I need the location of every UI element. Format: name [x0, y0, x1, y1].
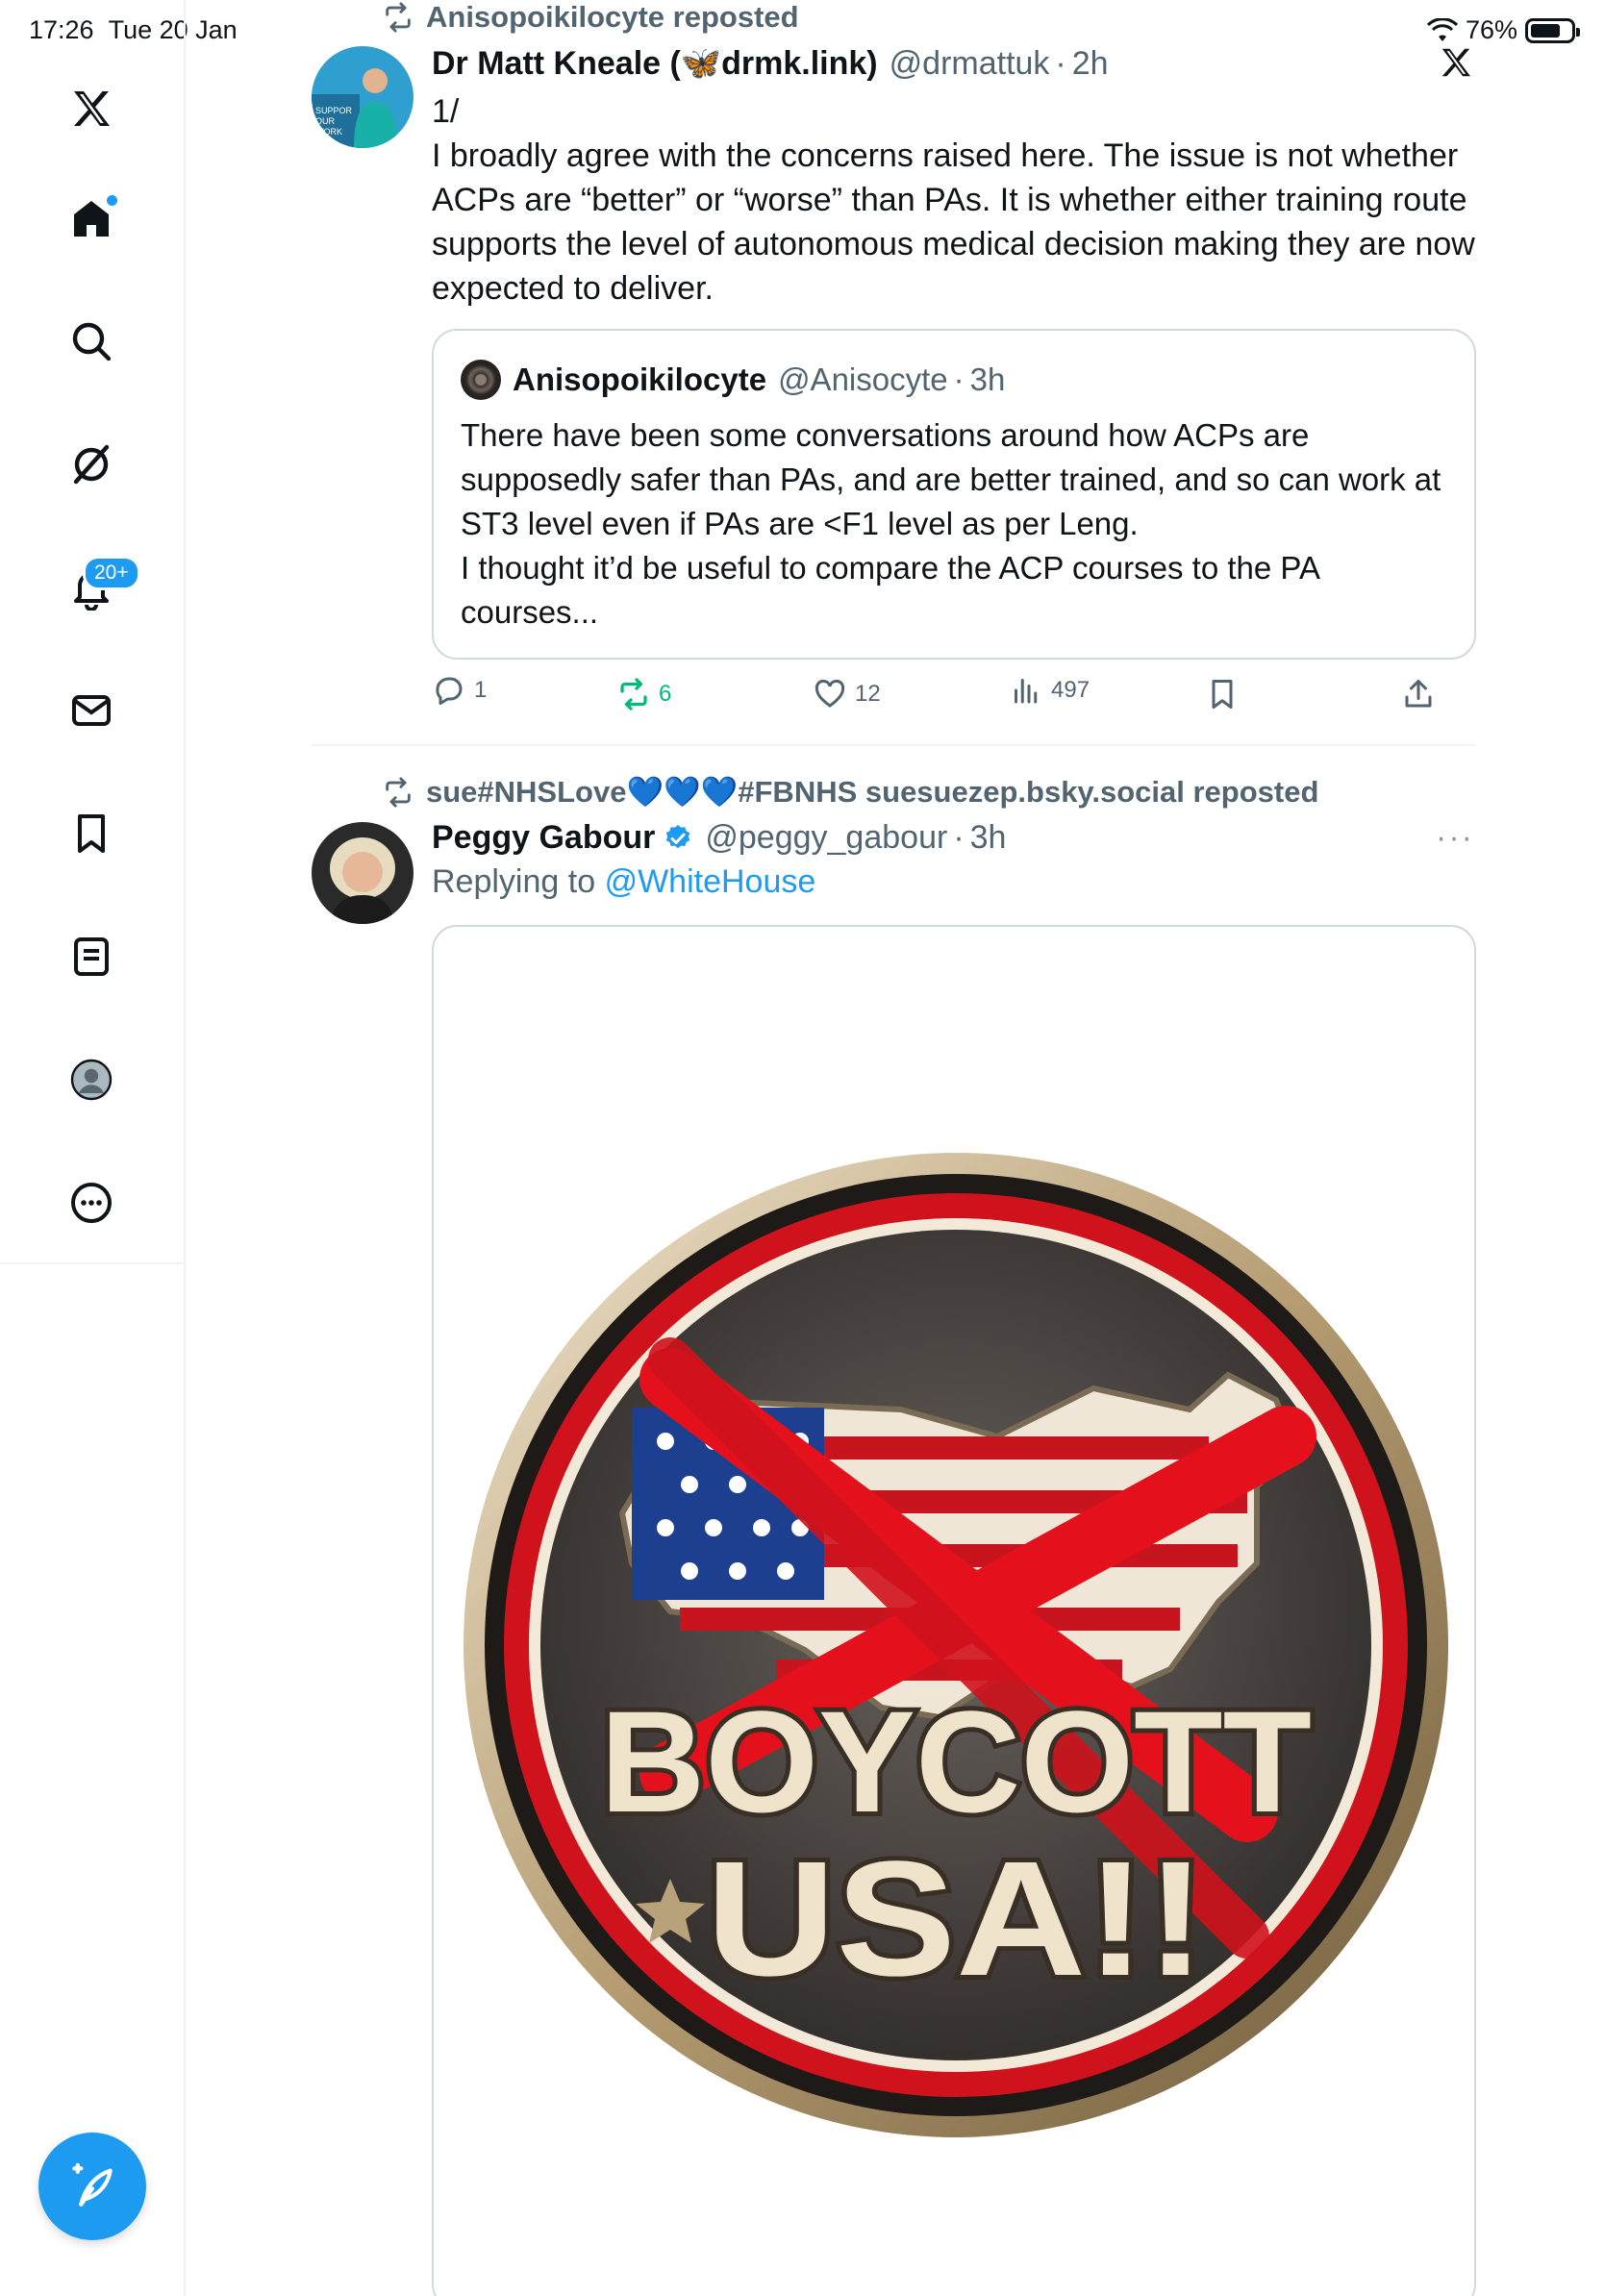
notifications-badge: 20+ [83, 556, 140, 590]
repost-indicator: sue#NHSLove💙💙💙#FBNHS suesuezep.bsky.soci… [382, 774, 1318, 810]
bookmarks-icon[interactable] [63, 806, 119, 861]
reply-count: 1 [474, 677, 488, 703]
svg-text:OUR: OUR [315, 116, 336, 126]
dot-separator: · [953, 819, 965, 856]
compose-feather-icon [72, 2162, 113, 2207]
repost-indicator: Anisopoikilocyte reposted [382, 0, 799, 35]
like-button[interactable]: 12 [813, 677, 881, 711]
sidebar-divider [0, 1262, 186, 1264]
display-name[interactable]: Peggy Gabour [432, 819, 655, 857]
post-header: Dr Matt Kneale (🦋drmk.link) @drmattuk · … [432, 44, 1109, 83]
post-actions: 1 6 12 497 [432, 673, 1476, 721]
post-media[interactable]: BOYCOTT BOYCOTT USA!! USA!! [432, 925, 1476, 2296]
replying-to-label: Replying to [432, 863, 596, 900]
badge-text-line1: BOYCOTT [600, 1681, 1312, 1842]
quote-handle: @Anisocyte [778, 362, 948, 397]
quote-text: There have been some conversations aroun… [461, 417, 1441, 630]
sidebar: 20+ [0, 0, 186, 2296]
svg-text:WORK: WORK [315, 127, 342, 137]
quote-time: 3h [969, 362, 1006, 397]
profile-icon[interactable] [63, 1052, 119, 1108]
share-button[interactable] [1401, 677, 1436, 711]
repost-button[interactable]: 6 [616, 677, 671, 711]
reply-icon [436, 677, 463, 705]
bookmark-button[interactable] [1205, 677, 1240, 711]
search-icon[interactable] [63, 313, 119, 369]
more-icon[interactable] [63, 1175, 119, 1231]
replying-to: Replying to @WhiteHouse [432, 863, 815, 901]
repost-icon [386, 776, 411, 808]
lists-icon[interactable] [63, 929, 119, 985]
post-divider [312, 744, 1476, 746]
badge-text-line2: USA!! [706, 1828, 1206, 2010]
app-root: 17:26 Tue 20 Jan 76% 20+ Anisopoikilocyt… [0, 0, 1604, 2296]
compose-button[interactable] [38, 2133, 146, 2240]
replying-to-link[interactable]: @WhiteHouse [605, 863, 816, 900]
reply-button[interactable]: 1 [432, 673, 487, 708]
repost-icon [620, 678, 647, 711]
dot-separator: · [1055, 44, 1066, 82]
post-text: 1/ I broadly agree with the concerns rai… [432, 93, 1475, 307]
post-time[interactable]: 2h [1072, 45, 1109, 83]
dot-separator: · [953, 362, 965, 397]
view-count: 497 [1051, 677, 1090, 703]
grok-icon[interactable] [63, 437, 119, 492]
repost-count: 6 [659, 681, 672, 707]
user-handle[interactable]: @peggy_gabour [705, 819, 947, 857]
boycott-usa-badge-image: BOYCOTT BOYCOTT USA!! USA!! [464, 1153, 1448, 2137]
verified-badge-icon [666, 824, 690, 848]
analytics-icon [1015, 679, 1038, 704]
like-count: 12 [855, 681, 881, 707]
post-time[interactable]: 3h [970, 819, 1007, 857]
repost-icon [386, 2, 411, 33]
home-icon[interactable] [63, 191, 119, 247]
share-icon [1405, 680, 1432, 708]
more-options-icon[interactable]: ··· [1436, 819, 1474, 857]
quote-avatar [461, 360, 501, 400]
reposted-by[interactable]: Anisopoikilocyte reposted [426, 0, 799, 35]
quoted-post[interactable]: Anisopoikilocyte @Anisocyte · 3h There h… [432, 329, 1476, 660]
heart-icon [815, 679, 845, 708]
x-logo-icon[interactable] [1438, 44, 1474, 81]
post-header: Peggy Gabour @peggy_gabour · 3h [432, 819, 1006, 857]
user-handle[interactable]: @drmattuk [890, 45, 1050, 83]
reposted-by[interactable]: sue#NHSLove💙💙💙#FBNHS suesuezep.bsky.soci… [426, 774, 1318, 810]
views-button[interactable]: 497 [1009, 673, 1090, 708]
avatar[interactable] [312, 822, 414, 924]
display-name[interactable]: Dr Matt Kneale (🦋drmk.link) [432, 44, 878, 83]
messages-icon[interactable] [63, 683, 119, 738]
svg-text:SUPPOR: SUPPOR [315, 106, 353, 115]
x-logo-icon[interactable] [63, 81, 119, 137]
new-posts-dot [107, 195, 117, 206]
avatar[interactable]: SUPPOR OUR WORK [312, 46, 414, 148]
quote-display-name: Anisopoikilocyte [513, 362, 767, 397]
quote-header: Anisopoikilocyte @Anisocyte · 3h [461, 360, 1005, 400]
bookmark-icon [1212, 680, 1233, 709]
timeline[interactable]: Anisopoikilocyte reposted SUPPOR OUR WOR… [186, 0, 1604, 2296]
